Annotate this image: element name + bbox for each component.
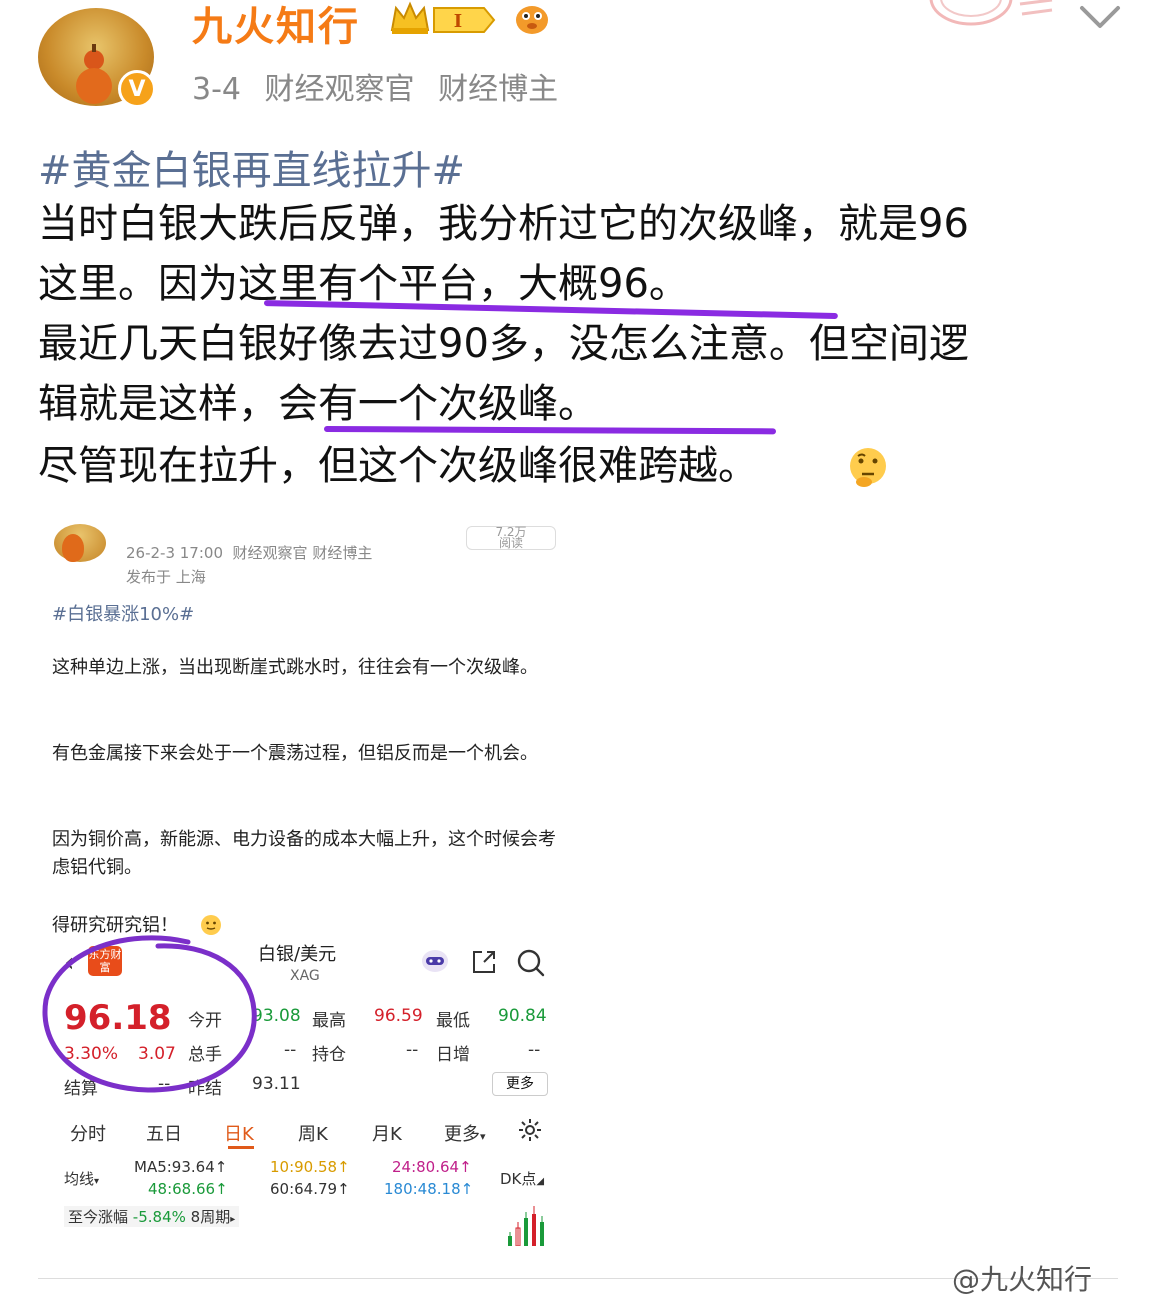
chevron-down-icon[interactable]	[1078, 2, 1122, 32]
tab-weekly-k[interactable]: 周K	[298, 1120, 328, 1146]
ma48-value: 48:68.66↑	[148, 1180, 228, 1198]
ma5-value: MA5:93.64↑	[134, 1158, 228, 1176]
tab-five-day[interactable]: 五日	[146, 1120, 182, 1146]
post-hashtag[interactable]: #黄金白银再直线拉升#	[38, 138, 465, 196]
high-label: 最高	[312, 1011, 346, 1031]
post-meta: 26-2-3 17:00 财经观察官 财经博主	[126, 544, 373, 562]
daily-increase-label: 日增	[436, 1045, 470, 1065]
tab-monthly-k[interactable]: 月K	[372, 1120, 402, 1146]
post-hashtag[interactable]: #白银暴涨10%#	[52, 600, 194, 626]
low-value: 90.84	[498, 1006, 547, 1026]
quote-title: 白银/美元	[258, 944, 337, 965]
highlight-circle	[42, 935, 257, 1093]
range-change[interactable]: 至今涨幅 -5.84% 8周期▸	[64, 1206, 240, 1227]
svg-text:I: I	[454, 11, 462, 32]
read-count: 7.2万 阅读	[466, 526, 556, 550]
paragraph: 这种单边上涨，当出现断崖式跳水时，往往会有一个次级峰。	[52, 657, 538, 678]
fish-emoji-icon	[516, 6, 548, 34]
verified-badge-icon: V	[118, 70, 156, 108]
post-line: 当时白银大跌后反弹，我分析过它的次级峰，就是96	[38, 201, 969, 247]
crown-icon	[390, 1, 430, 34]
low-label: 最低	[436, 1011, 470, 1031]
stamp-icon	[929, 0, 1053, 26]
user-tag: 财经观察官	[264, 72, 415, 107]
daily-increase-value: --	[528, 1040, 541, 1060]
post-location: 发布于 上海	[126, 568, 206, 586]
post-date: 3-4	[192, 72, 241, 107]
quote-symbol: XAG	[290, 968, 320, 984]
level-badge-icon: I	[433, 7, 496, 33]
volume-value: --	[284, 1040, 297, 1060]
post-meta: 3-4 财经观察官 财经博主	[192, 64, 572, 108]
ma24-value: 24:80.64↑	[392, 1158, 472, 1176]
paragraph: 有色金属接下来会处于一个震荡过程，但铝反而是一个机会。	[52, 743, 538, 764]
candlestick-mini-chart	[508, 1206, 544, 1246]
tab-daily-k[interactable]: 日K	[224, 1120, 254, 1146]
embedded-screenshot[interactable]: 7.2万 阅读 26-2-3 17:00 财经观察官 财经博主 发布于 上海 #…	[38, 522, 574, 1246]
more-button[interactable]: 更多	[492, 1072, 548, 1096]
ma-selector[interactable]: 均线▾	[64, 1168, 99, 1189]
thinking-face-icon	[850, 448, 886, 487]
ma10-value: 10:90.58↑	[270, 1158, 350, 1176]
gourd-icon	[76, 44, 112, 104]
search-icon[interactable]	[516, 948, 546, 978]
post-line: 这里。因为这里有个平台，大概96。	[38, 261, 689, 307]
share-icon[interactable]	[470, 948, 498, 976]
active-tab-indicator	[228, 1146, 254, 1149]
tab-intraday[interactable]: 分时	[70, 1120, 106, 1146]
user-tag: 财经博主	[438, 72, 559, 107]
username[interactable]: 九火知行	[192, 0, 360, 52]
tab-more[interactable]: 更多▾	[444, 1120, 486, 1146]
post-line: 尽管现在拉升，但这个次级峰很难跨越。	[38, 443, 758, 489]
post-line: 辑就是这样，会有一个次级峰。	[38, 381, 598, 427]
ma60-value: 60:64.79↑	[270, 1180, 350, 1198]
watermark: @九火知行	[952, 1263, 1093, 1296]
avatar	[54, 524, 106, 562]
paragraph: 因为铜价高，新能源、电力设备的成本大幅上升，这个时候会考虑铝代铜。	[52, 829, 556, 878]
position-label: 持仓	[312, 1045, 346, 1065]
dk-point-toggle[interactable]: DK点◢	[500, 1168, 544, 1189]
ma180-value: 180:48.18↑	[384, 1180, 474, 1198]
position-value: --	[406, 1040, 419, 1060]
high-value: 96.59	[374, 1006, 423, 1026]
gear-icon[interactable]	[518, 1118, 542, 1142]
robot-icon[interactable]	[420, 946, 450, 974]
post-line: 最近几天白银好像去过90多，没怎么注意。但空间逻	[38, 321, 969, 367]
